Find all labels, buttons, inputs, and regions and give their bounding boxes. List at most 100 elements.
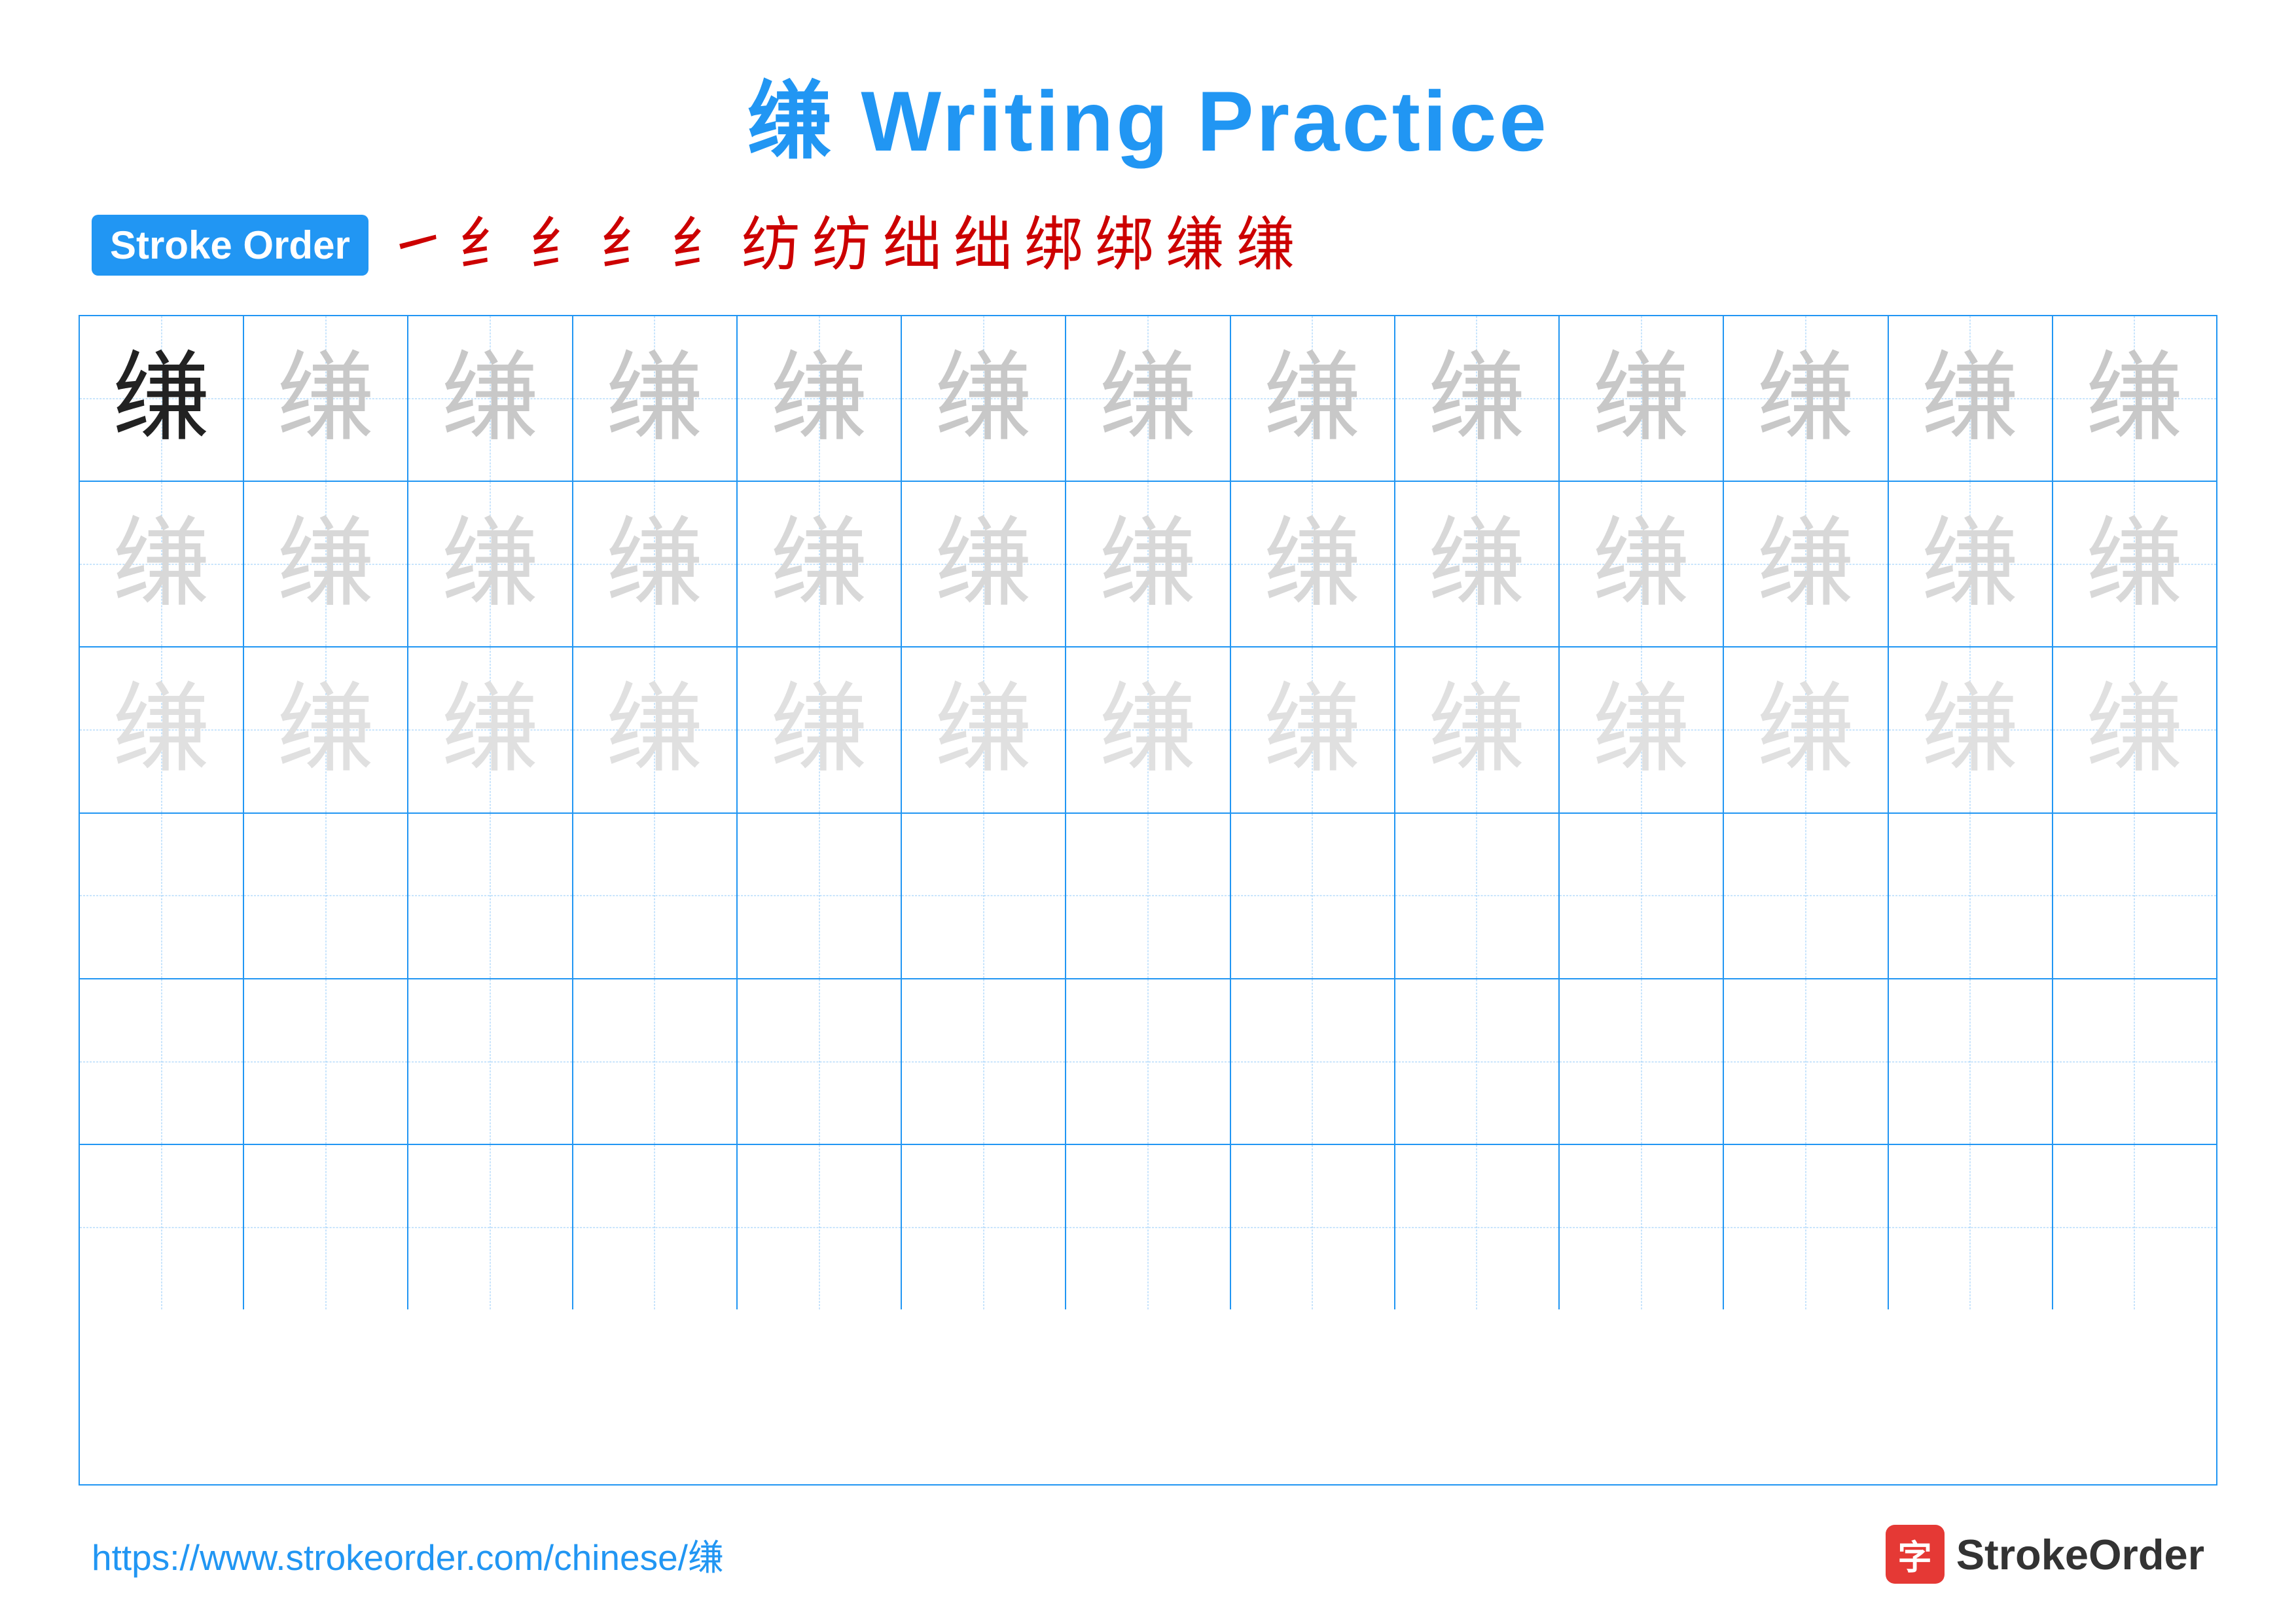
stroke-char: 绑 [1095, 216, 1154, 275]
grid-cell: 缣 [1066, 647, 1230, 812]
grid-cell [1231, 979, 1395, 1144]
stroke-char: 绑 [1024, 216, 1083, 275]
cell-character: 缣 [2085, 515, 2183, 613]
grid-row: 缣缣缣缣缣缣缣缣缣缣缣缣缣 [80, 482, 2216, 647]
grid-cell [902, 979, 1066, 1144]
grid-cell: 缣 [902, 647, 1066, 812]
grid-cell: 缣 [2053, 316, 2216, 481]
grid-cell [1889, 979, 2053, 1144]
cell-character: 缣 [1592, 681, 1691, 779]
stroke-char: 纟 [671, 216, 730, 275]
grid-cell: 缣 [1066, 316, 1230, 481]
cell-character: 缣 [113, 681, 211, 779]
grid-cell [1889, 1145, 2053, 1309]
grid-cell: 缣 [1395, 482, 1560, 646]
cell-character: 缣 [605, 681, 704, 779]
grid-cell: 缣 [1066, 482, 1230, 646]
page: 缣 Writing Practice Stroke Order ㇀纟纟纟纟纺纺绌… [0, 0, 2296, 1623]
cell-character: 缣 [605, 350, 704, 448]
cell-character: 缣 [113, 350, 211, 448]
cell-character: 缣 [1921, 350, 2019, 448]
grid-cell [738, 1145, 902, 1309]
cell-character: 缣 [605, 515, 704, 613]
grid-cell: 缣 [573, 647, 738, 812]
cell-character: 缣 [1592, 515, 1691, 613]
footer: https://www.strokeorder.com/chinese/缣 字 … [79, 1525, 2217, 1584]
cell-character: 缣 [770, 350, 869, 448]
grid-cell: 缣 [1231, 482, 1395, 646]
grid-cell: 缣 [1724, 647, 1888, 812]
cell-character: 缣 [277, 681, 375, 779]
grid-cell: 缣 [573, 482, 738, 646]
cell-character: 缣 [1263, 681, 1361, 779]
cell-character: 缣 [1921, 515, 2019, 613]
grid-cell: 缣 [1560, 647, 1724, 812]
grid-cell: 缣 [1889, 316, 2053, 481]
grid-cell: 缣 [1560, 316, 1724, 481]
cell-character: 缣 [935, 681, 1033, 779]
cell-character: 缣 [1757, 681, 1855, 779]
grid-cell: 缣 [1724, 316, 1888, 481]
cell-character: 缣 [1099, 681, 1197, 779]
stroke-char: ㇀ [388, 216, 447, 275]
stroke-order-row: Stroke Order ㇀纟纟纟纟纺纺绌绌绑绑缣缣 [79, 215, 2217, 276]
grid-cell: 缣 [408, 647, 573, 812]
grid-cell [1066, 979, 1230, 1144]
grid-cell [408, 1145, 573, 1309]
grid-cell: 缣 [902, 482, 1066, 646]
grid-cell [1231, 1145, 1395, 1309]
grid-cell [1889, 814, 2053, 978]
grid-cell: 缣 [244, 647, 408, 812]
grid-cell [1724, 814, 1888, 978]
grid-cell [1066, 814, 1230, 978]
cell-character: 缣 [2085, 681, 2183, 779]
grid-cell [80, 979, 244, 1144]
grid-cell [1560, 814, 1724, 978]
cell-character: 缣 [1592, 350, 1691, 448]
stroke-chars: ㇀纟纟纟纟纺纺绌绌绑绑缣缣 [388, 216, 1295, 275]
grid-cell [1724, 979, 1888, 1144]
grid-cell [1560, 979, 1724, 1144]
cell-character: 缣 [1263, 350, 1361, 448]
stroke-char: 纟 [600, 216, 659, 275]
grid-cell: 缣 [244, 482, 408, 646]
cell-character: 缣 [113, 515, 211, 613]
footer-url[interactable]: https://www.strokeorder.com/chinese/缣 [92, 1528, 724, 1580]
grid-cell: 缣 [902, 316, 1066, 481]
grid-cell [244, 814, 408, 978]
cell-character: 缣 [1099, 350, 1197, 448]
cell-character: 缣 [2085, 350, 2183, 448]
grid-cell [1724, 1145, 1888, 1309]
grid-cell [80, 814, 244, 978]
cell-character: 缣 [935, 515, 1033, 613]
cell-character: 缣 [1757, 350, 1855, 448]
grid-cell: 缣 [738, 482, 902, 646]
page-title: 缣 Writing Practice [747, 52, 1549, 175]
grid-row: 缣缣缣缣缣缣缣缣缣缣缣缣缣 [80, 647, 2216, 813]
grid-cell: 缣 [1889, 647, 2053, 812]
grid-cell: 缣 [80, 647, 244, 812]
grid-cell [244, 1145, 408, 1309]
stroke-char: 缣 [1166, 216, 1225, 275]
stroke-char: 纺 [812, 216, 871, 275]
footer-logo-icon: 字 [1886, 1525, 1945, 1584]
grid-cell [408, 814, 573, 978]
grid-cell: 缣 [2053, 647, 2216, 812]
grid-cell [738, 979, 902, 1144]
grid-row [80, 979, 2216, 1145]
grid-row [80, 1145, 2216, 1309]
stroke-order-badge: Stroke Order [92, 215, 368, 276]
grid-cell [80, 1145, 244, 1309]
stroke-char: 绌 [954, 216, 1013, 275]
cell-character: 缣 [441, 515, 539, 613]
cell-character: 缣 [1427, 350, 1526, 448]
cell-character: 缣 [441, 681, 539, 779]
grid-cell: 缣 [2053, 482, 2216, 646]
cell-character: 缣 [441, 350, 539, 448]
grid-cell [244, 979, 408, 1144]
grid-cell [573, 814, 738, 978]
stroke-char: 纺 [742, 216, 800, 275]
cell-character: 缣 [935, 350, 1033, 448]
grid-cell: 缣 [1395, 316, 1560, 481]
cell-character: 缣 [1099, 515, 1197, 613]
